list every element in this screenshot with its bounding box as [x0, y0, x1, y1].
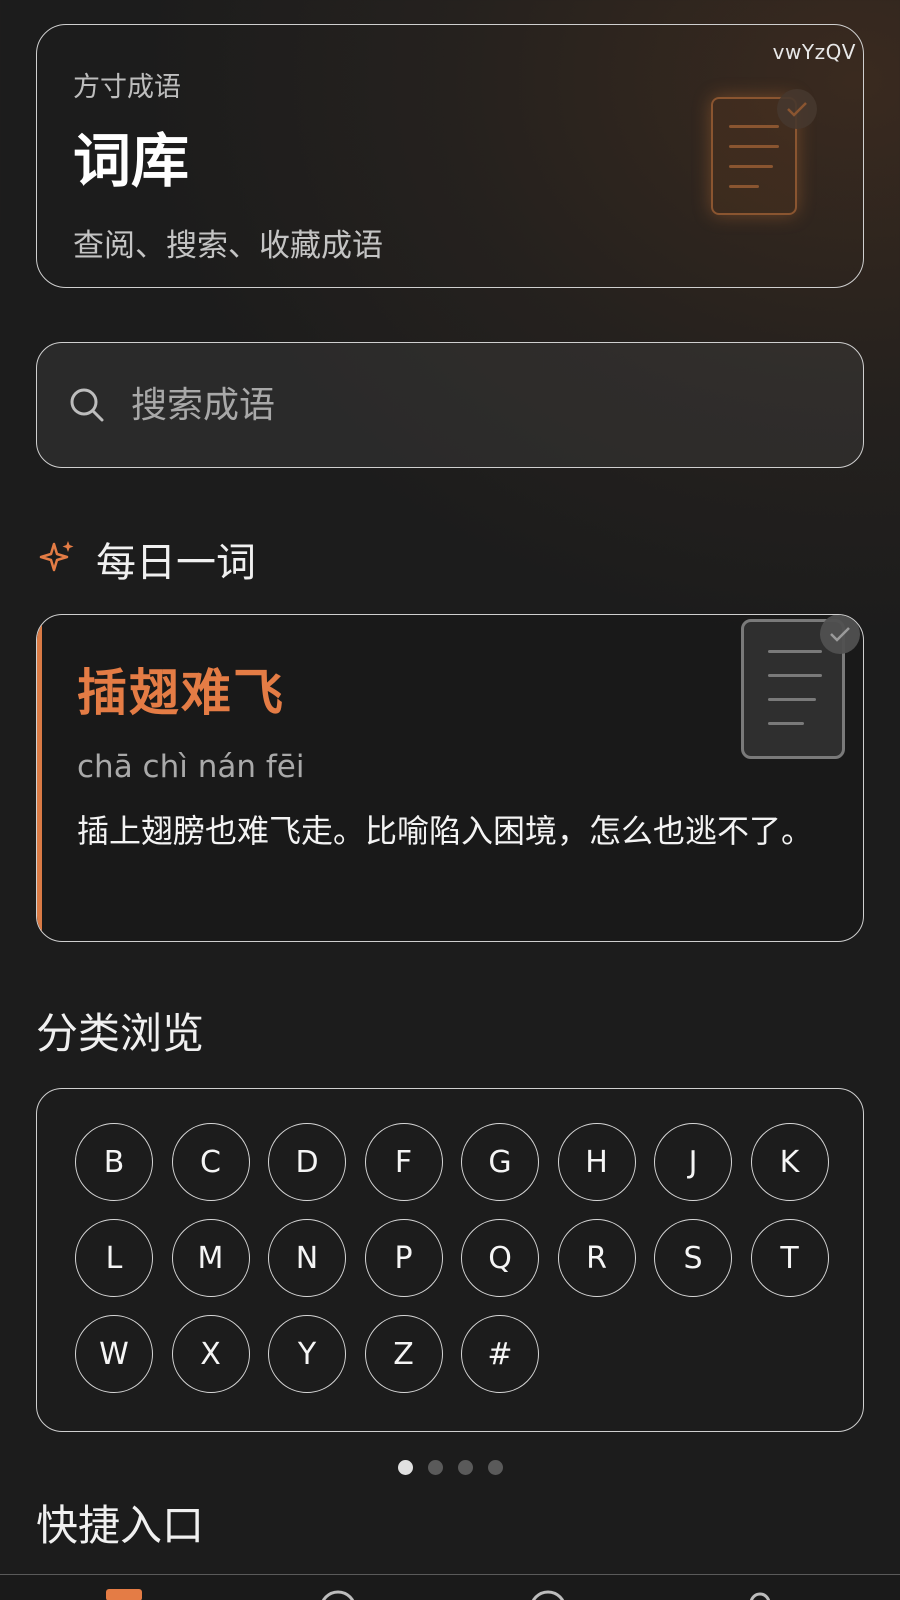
- letter-button[interactable]: T: [750, 1219, 829, 1297]
- tab-icon-3[interactable]: [528, 1589, 568, 1600]
- letter-button[interactable]: L: [75, 1219, 153, 1297]
- page-dot[interactable]: [487, 1460, 503, 1475]
- page-dot[interactable]: [427, 1460, 443, 1475]
- letter-button[interactable]: H: [557, 1123, 636, 1201]
- daily-word-card[interactable]: 插翅难飞 chā chì nán fēi 插上翅膀也难飞走。比喻陷入困境，怎么也…: [36, 614, 864, 942]
- tab-icon-library[interactable]: [104, 1589, 144, 1600]
- letter-button[interactable]: R: [557, 1219, 636, 1297]
- letter-button[interactable]: #: [461, 1315, 539, 1393]
- page-description: 查阅、搜索、收藏成语: [73, 228, 383, 264]
- tab-icon-profile[interactable]: [740, 1589, 780, 1600]
- letter-button[interactable]: B: [75, 1123, 153, 1201]
- document-check-icon: [711, 89, 817, 215]
- daily-section-header: 每日一词: [36, 530, 256, 588]
- letter-button[interactable]: J: [654, 1123, 732, 1201]
- page-indicator: [0, 1460, 900, 1475]
- page-dot[interactable]: [397, 1460, 413, 1475]
- accent-bar: [37, 615, 42, 941]
- letter-button[interactable]: F: [364, 1123, 443, 1201]
- letter-button[interactable]: X: [171, 1315, 250, 1393]
- sparkle-icon: [39, 541, 74, 572]
- letter-button[interactable]: Y: [268, 1315, 346, 1393]
- quick-section-title: 快捷入口: [36, 1501, 205, 1550]
- category-card: B C D F G H J K L M N P Q R S T W X Y Z #: [36, 1088, 864, 1432]
- tab-bar: [0, 1574, 900, 1600]
- search-icon: [70, 388, 104, 422]
- daily-word: 插翅难飞: [77, 664, 285, 722]
- letter-grid: B C D F G H J K L M N P Q R S T W X Y Z #: [75, 1123, 829, 1393]
- letter-button[interactable]: P: [364, 1219, 443, 1297]
- check-icon: [777, 89, 817, 129]
- page-dot[interactable]: [457, 1460, 473, 1475]
- letter-button[interactable]: K: [750, 1123, 829, 1201]
- letter-button[interactable]: D: [268, 1123, 346, 1201]
- header-card: 方寸成语 词库 查阅、搜索、收藏成语: [36, 24, 864, 288]
- document-check-icon: [741, 615, 860, 759]
- letter-button[interactable]: Z: [364, 1315, 443, 1393]
- letter-button[interactable]: M: [171, 1219, 250, 1297]
- daily-meaning: 插上翅膀也难飞走。比喻陷入困境，怎么也逃不了。: [77, 812, 814, 850]
- letter-button[interactable]: N: [268, 1219, 346, 1297]
- letter-button[interactable]: W: [75, 1315, 153, 1393]
- check-icon: [820, 615, 860, 654]
- letter-button[interactable]: C: [171, 1123, 250, 1201]
- letter-button[interactable]: S: [654, 1219, 732, 1297]
- category-section-title: 分类浏览: [36, 1009, 205, 1058]
- search-input[interactable]: [131, 384, 751, 426]
- letter-button[interactable]: G: [461, 1123, 539, 1201]
- letter-button[interactable]: Q: [461, 1219, 539, 1297]
- tab-icon-2[interactable]: [318, 1589, 358, 1600]
- daily-pinyin: chā chì nán fēi: [77, 749, 305, 785]
- daily-section-title: 每日一词: [96, 540, 256, 586]
- search-box[interactable]: [36, 342, 864, 468]
